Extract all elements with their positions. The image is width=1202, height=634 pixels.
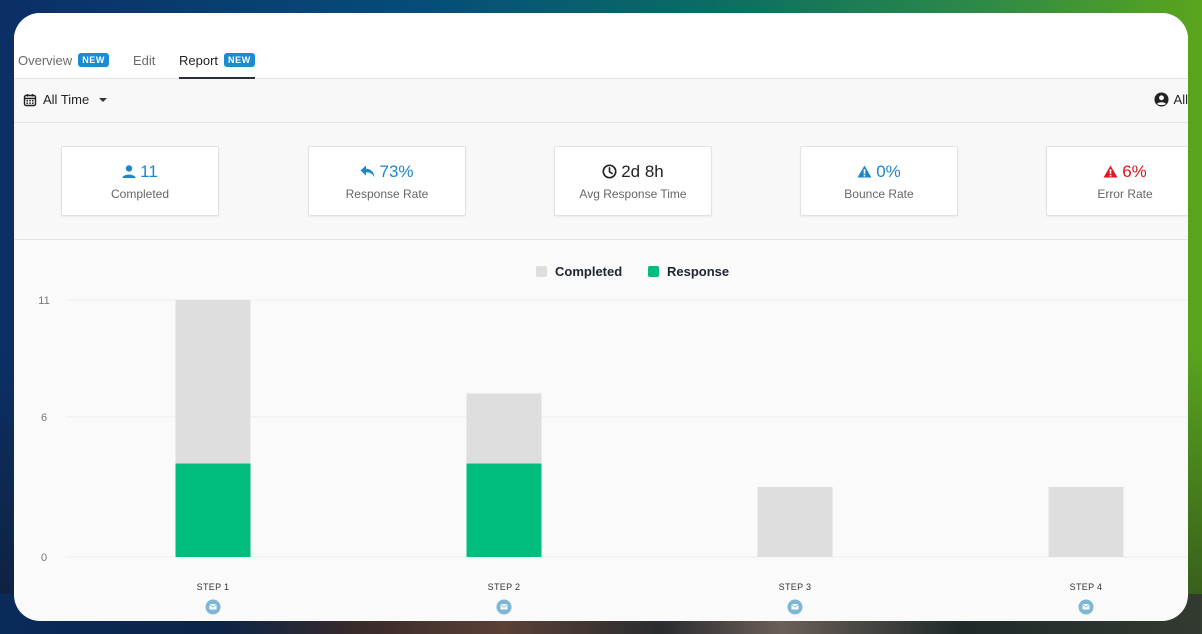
stat-value: 6% xyxy=(1103,162,1147,182)
legend-swatch-completed xyxy=(536,266,547,277)
legend-label-completed: Completed xyxy=(555,264,622,279)
stat-number: 6% xyxy=(1122,161,1147,181)
tab-label: Edit xyxy=(133,53,156,68)
stat-card-error-rate: 6% Error Rate xyxy=(1046,146,1188,216)
stat-label: Completed xyxy=(110,186,170,201)
tab-overview[interactable]: Overview NEW xyxy=(18,53,109,79)
filter-bar: All Time All xyxy=(14,79,1188,123)
stat-label: Bounce Rate xyxy=(844,186,914,201)
calendar-icon xyxy=(23,93,37,106)
stat-number: 2d 8h xyxy=(621,161,664,181)
stat-number: 73% xyxy=(379,161,414,181)
stat-card-response-rate: 73% Response Rate xyxy=(308,146,466,216)
bar-response-1 xyxy=(175,463,251,557)
chevron-down-icon xyxy=(99,97,108,102)
reply-icon xyxy=(360,165,375,178)
steps-chart: Completed Response 0 6 11 STEP 1 STEP 2 STEP 3 S… xyxy=(14,241,1188,621)
warning-icon xyxy=(857,165,872,178)
stat-label: Avg Response Time xyxy=(579,186,687,201)
tab-label: Report xyxy=(179,53,219,68)
warning-icon xyxy=(1103,165,1118,178)
date-range-label: All Time xyxy=(43,92,90,107)
audience-label: All xyxy=(1173,92,1188,107)
bar-completed-3 xyxy=(757,486,833,557)
stat-card-completed: 11 Completed xyxy=(61,146,219,216)
report-panel: Overview NEW Edit Report NEW All Time Al… xyxy=(14,13,1188,621)
new-badge: NEW xyxy=(224,53,255,67)
stat-label: Response Rate xyxy=(345,186,429,201)
y-tick-label: 6 xyxy=(41,412,47,424)
stat-value: 11 xyxy=(122,162,158,182)
date-range-dropdown[interactable]: All Time xyxy=(23,92,108,107)
y-tick-label: 0 xyxy=(41,552,47,564)
legend-label-response: Response xyxy=(667,264,729,279)
y-tick-label: 11 xyxy=(38,295,49,307)
audience-filter[interactable]: All xyxy=(1154,92,1188,107)
bar-chart: Completed Response 0 6 11 STEP 1 STEP 2 STEP 3 S… xyxy=(38,264,1188,615)
tab-edit[interactable]: Edit xyxy=(133,53,155,79)
x-tick-label: STEP 1 xyxy=(197,582,230,592)
stat-value: 0% xyxy=(857,162,901,182)
x-tick-label: STEP 3 xyxy=(779,582,812,592)
stat-value: 73% xyxy=(360,161,414,182)
stat-number: 11 xyxy=(140,161,158,181)
user-circle-icon xyxy=(1154,92,1169,107)
legend-swatch-response xyxy=(648,266,659,277)
stat-number: 0% xyxy=(876,161,901,181)
stat-card-avg-response-time: 2d 8h Avg Response Time xyxy=(554,146,712,216)
new-badge: NEW xyxy=(78,53,109,67)
bar-response-2 xyxy=(466,463,542,557)
x-tick-label: STEP 2 xyxy=(488,582,521,592)
user-icon xyxy=(122,165,136,178)
tab-report[interactable]: Report NEW xyxy=(179,53,255,79)
tab-label: Overview xyxy=(18,53,73,68)
stat-label: Error Rate xyxy=(1097,186,1153,201)
bar-completed-4 xyxy=(1048,486,1124,557)
stats-row: 11 Completed 73% Response Rate 2d 8h Avg… xyxy=(14,123,1188,240)
stat-card-bounce-rate: 0% Bounce Rate xyxy=(800,146,958,216)
clock-icon xyxy=(602,164,617,179)
x-tick-label: STEP 4 xyxy=(1070,582,1103,592)
tab-bar: Overview NEW Edit Report NEW xyxy=(14,13,1188,79)
stat-value: 2d 8h xyxy=(602,162,664,182)
